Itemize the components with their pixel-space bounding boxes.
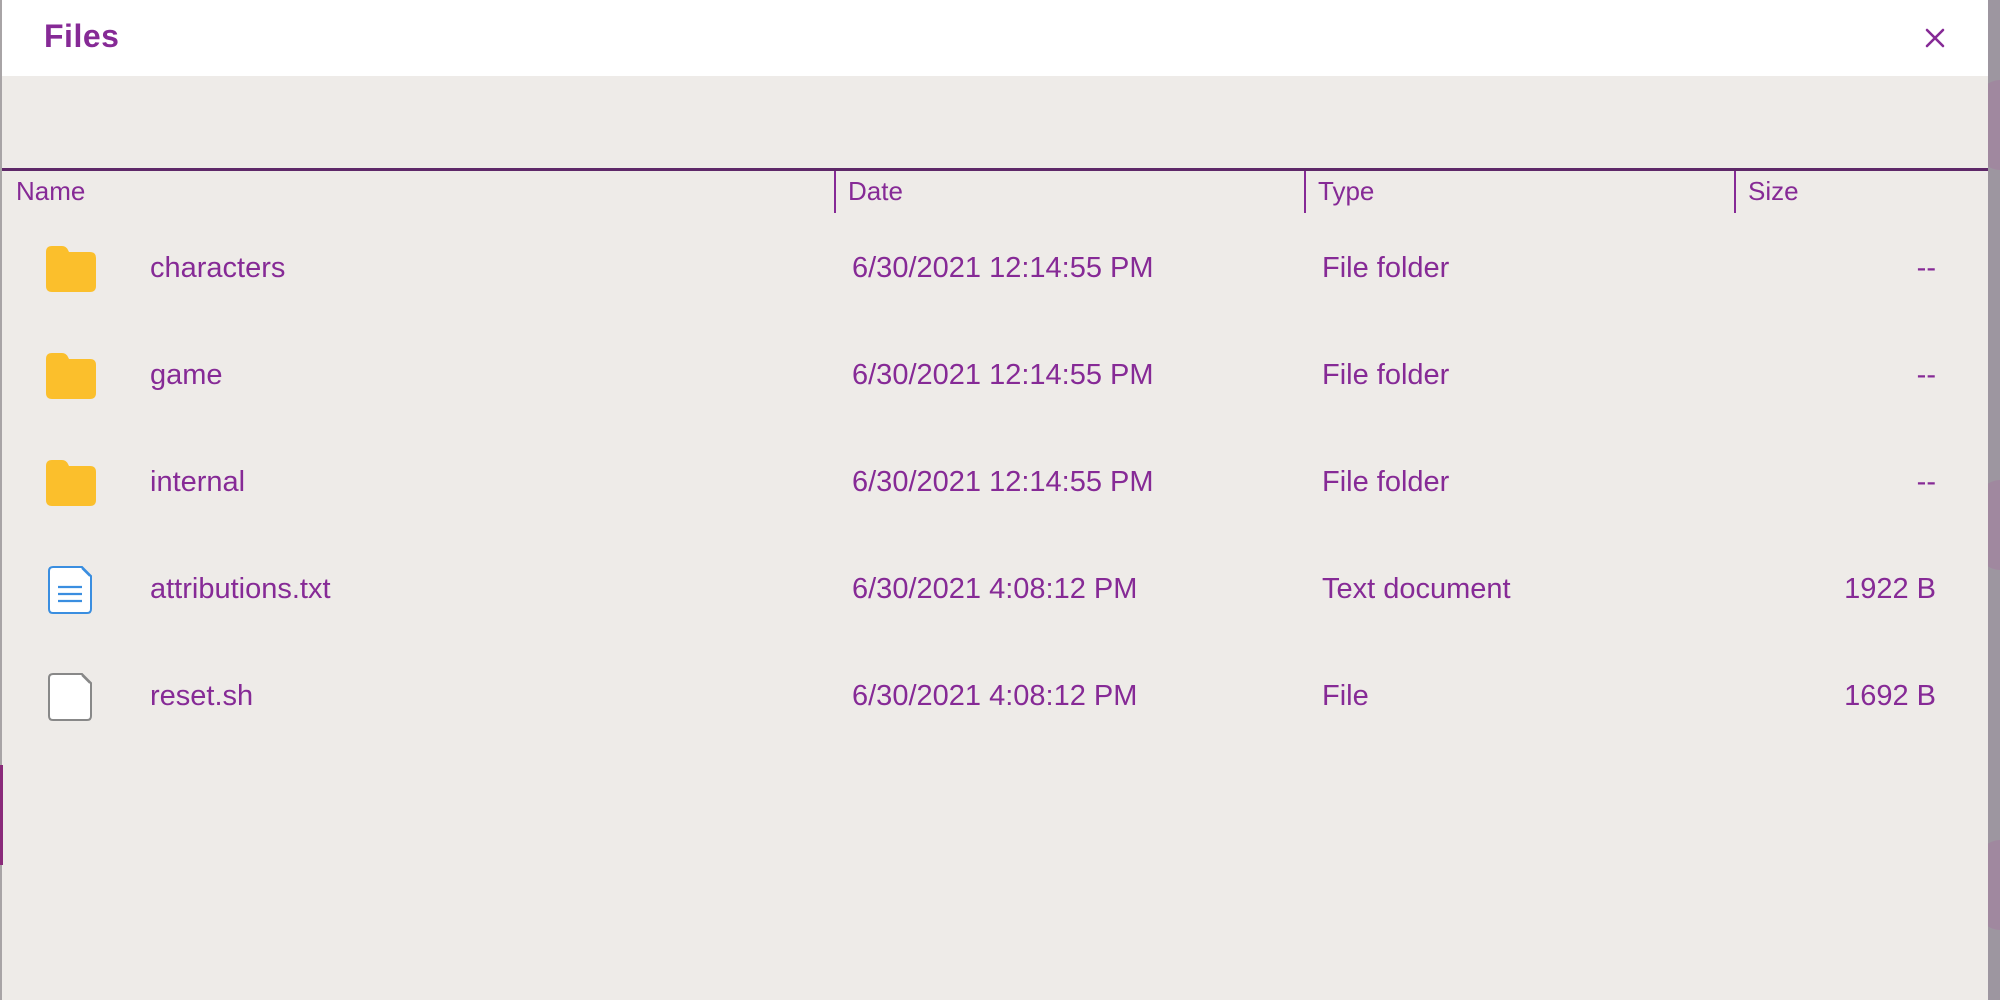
file-name: internal xyxy=(150,466,246,498)
column-resize-handle[interactable] xyxy=(1304,171,1306,213)
column-resize-handle[interactable] xyxy=(834,171,836,213)
file-type: File folder xyxy=(1322,466,1450,498)
close-button[interactable] xyxy=(1920,20,1950,56)
file-date: 6/30/2021 12:14:55 PM xyxy=(852,359,1154,391)
column-header-type[interactable]: Type xyxy=(1318,171,1374,211)
file-size: 1922 B xyxy=(1844,573,1936,605)
folder-icon xyxy=(46,460,96,506)
file-name: attributions.txt xyxy=(150,573,331,605)
file-list: characters 6/30/2021 12:14:55 PM File fo… xyxy=(2,224,1988,759)
window-edge-accent xyxy=(0,765,3,865)
file-row[interactable]: reset.sh 6/30/2021 4:08:12 PM File 1692 … xyxy=(2,652,1988,759)
file-type: File folder xyxy=(1322,359,1450,391)
column-header-row: Name Date Type Size xyxy=(2,168,1988,213)
file-date: 6/30/2021 12:14:55 PM xyxy=(852,466,1154,498)
file-name: reset.sh xyxy=(150,680,254,712)
file-row[interactable]: game 6/30/2021 12:14:55 PM File folder -… xyxy=(2,331,1988,438)
generic-file-icon xyxy=(48,673,92,721)
files-window: Files Name Date Type Size characters 6/3… xyxy=(0,0,1988,1000)
text-document-icon xyxy=(48,566,92,614)
file-date: 6/30/2021 4:08:12 PM xyxy=(852,573,1138,605)
file-size: -- xyxy=(1916,359,1936,391)
file-type: Text document xyxy=(1322,573,1511,605)
column-header-name[interactable]: Name xyxy=(16,171,85,211)
folder-icon xyxy=(46,353,96,399)
toolbar-area xyxy=(2,76,1988,168)
file-type: File xyxy=(1322,680,1369,712)
file-row[interactable]: attributions.txt 6/30/2021 4:08:12 PM Te… xyxy=(2,545,1988,652)
column-resize-handle[interactable] xyxy=(1734,171,1736,213)
column-header-size[interactable]: Size xyxy=(1748,171,1799,211)
window-title: Files xyxy=(44,18,120,54)
file-date: 6/30/2021 4:08:12 PM xyxy=(852,680,1138,712)
title-bar: Files xyxy=(2,0,1988,76)
file-name: characters xyxy=(150,252,286,284)
file-name: game xyxy=(150,359,223,391)
file-size: -- xyxy=(1916,252,1936,284)
file-row[interactable]: characters 6/30/2021 12:14:55 PM File fo… xyxy=(2,224,1988,331)
folder-icon xyxy=(46,246,96,292)
file-size: -- xyxy=(1916,466,1936,498)
file-date: 6/30/2021 12:14:55 PM xyxy=(852,252,1154,284)
file-type: File folder xyxy=(1322,252,1450,284)
close-icon xyxy=(1925,28,1945,48)
file-row[interactable]: internal 6/30/2021 12:14:55 PM File fold… xyxy=(2,438,1988,545)
column-header-date[interactable]: Date xyxy=(848,171,903,211)
file-size: 1692 B xyxy=(1844,680,1936,712)
